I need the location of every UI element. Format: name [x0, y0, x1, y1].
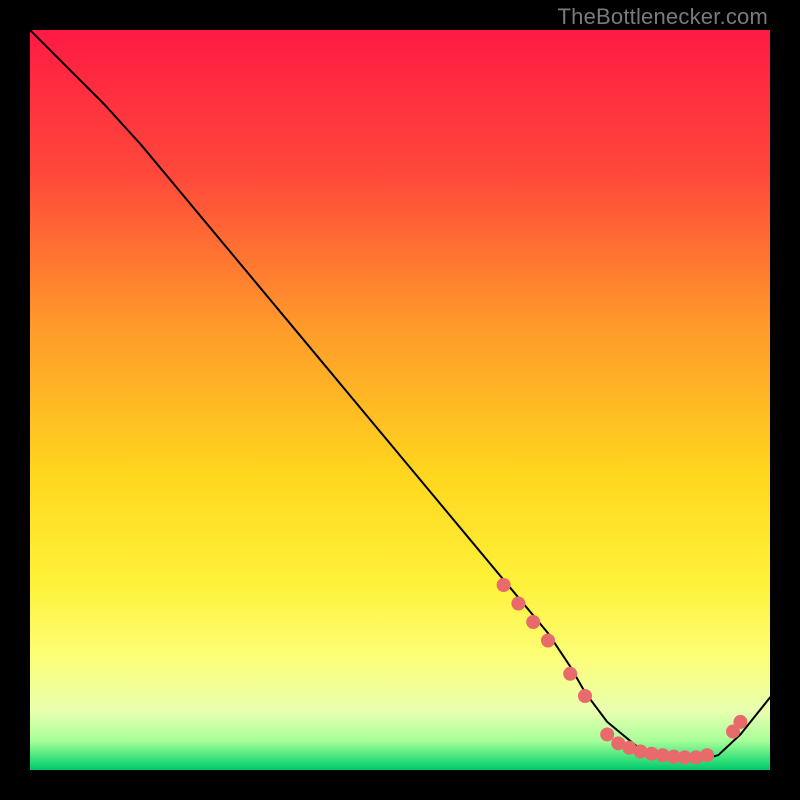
watermark-text: TheBottlenecker.com — [558, 4, 768, 30]
chart-background — [30, 30, 770, 770]
bottleneck-chart — [30, 30, 770, 770]
highlight-dot — [700, 748, 714, 762]
highlight-dot — [511, 597, 525, 611]
highlight-dot — [563, 667, 577, 681]
highlight-dot — [578, 689, 592, 703]
highlight-dot — [733, 715, 747, 729]
highlight-dot — [600, 727, 614, 741]
highlight-dot — [526, 615, 540, 629]
highlight-dot — [497, 578, 511, 592]
highlight-dot — [541, 634, 555, 648]
chart-frame — [30, 30, 770, 770]
